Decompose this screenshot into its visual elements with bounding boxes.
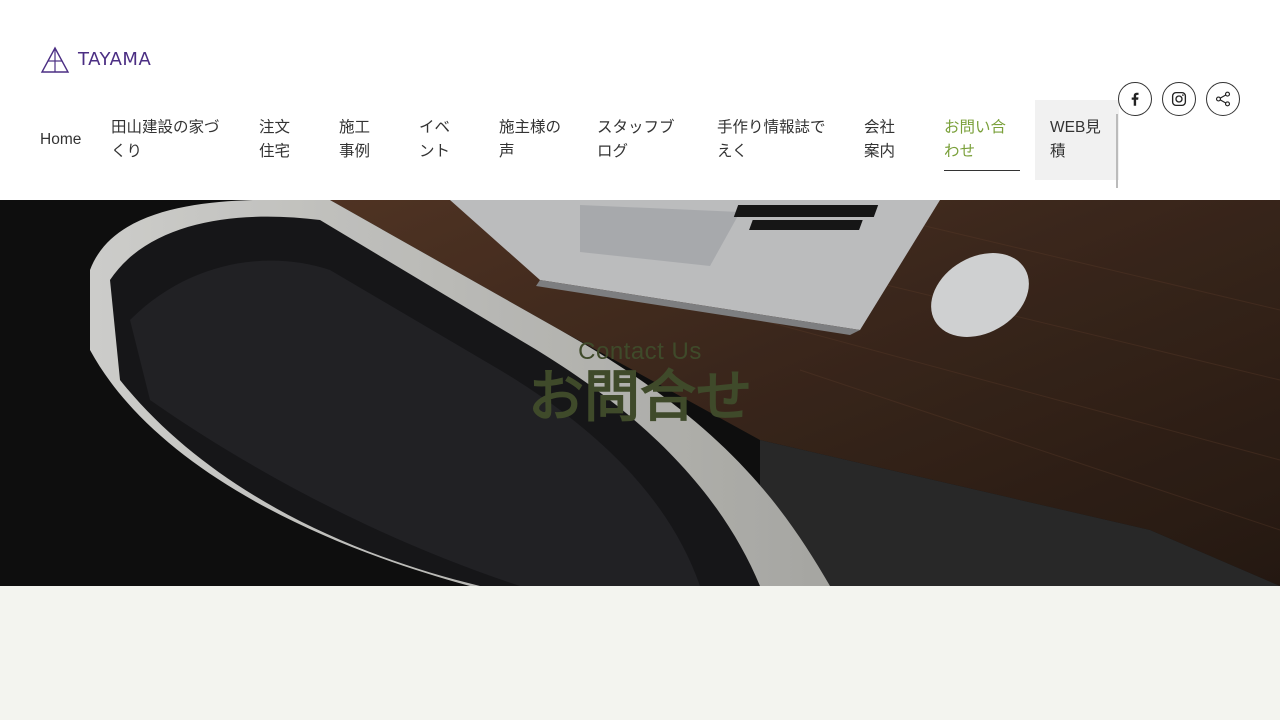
site-logo[interactable]: TAYAMA xyxy=(40,46,151,74)
nav-item-house-building[interactable]: 田山建設の家づくり xyxy=(111,116,225,164)
nav-item-magazine[interactable]: 手作り情報誌でえく xyxy=(717,116,830,164)
share-button[interactable] xyxy=(1206,82,1240,116)
instagram-icon xyxy=(1171,91,1187,107)
hero-title: お問合せ xyxy=(528,365,752,428)
instagram-button[interactable] xyxy=(1162,82,1196,116)
web-estimate-button[interactable]: WEB見積 xyxy=(1035,100,1119,180)
hero-heading-group: Contact Us お問合せ xyxy=(0,338,1280,428)
nav-item-voices[interactable]: 施主様の声 xyxy=(499,116,563,164)
nav-item-events[interactable]: イベント xyxy=(419,116,465,164)
nav-divider xyxy=(1116,114,1118,188)
nav-item-contact[interactable]: お問い合わせ xyxy=(944,116,1020,171)
share-icon xyxy=(1215,91,1231,107)
site-header: TAYAMA Home 田山建設の家づくり 注文住宅 施工事例 イベント 施主様… xyxy=(0,0,1280,200)
nav-item-works[interactable]: 施工事例 xyxy=(339,116,385,164)
nav-item-custom-homes[interactable]: 注文住宅 xyxy=(259,116,305,164)
social-links xyxy=(1118,82,1240,116)
facebook-icon xyxy=(1131,92,1139,106)
hero-subtitle: Contact Us xyxy=(578,338,702,365)
brand-name: TAYAMA xyxy=(78,49,152,70)
triangle-logo-icon xyxy=(40,46,70,73)
contact-hero: Contact Us お問合せ xyxy=(0,200,1280,586)
nav-item-company[interactable]: 会社案内 xyxy=(864,116,910,164)
nav-item-home[interactable]: Home xyxy=(40,128,81,152)
facebook-button[interactable] xyxy=(1118,82,1152,116)
main-nav: Home 田山建設の家づくり 注文住宅 施工事例 イベント 施主様の声 スタッフ… xyxy=(40,100,1119,180)
nav-item-staff-blog[interactable]: スタッフブログ xyxy=(597,116,683,164)
